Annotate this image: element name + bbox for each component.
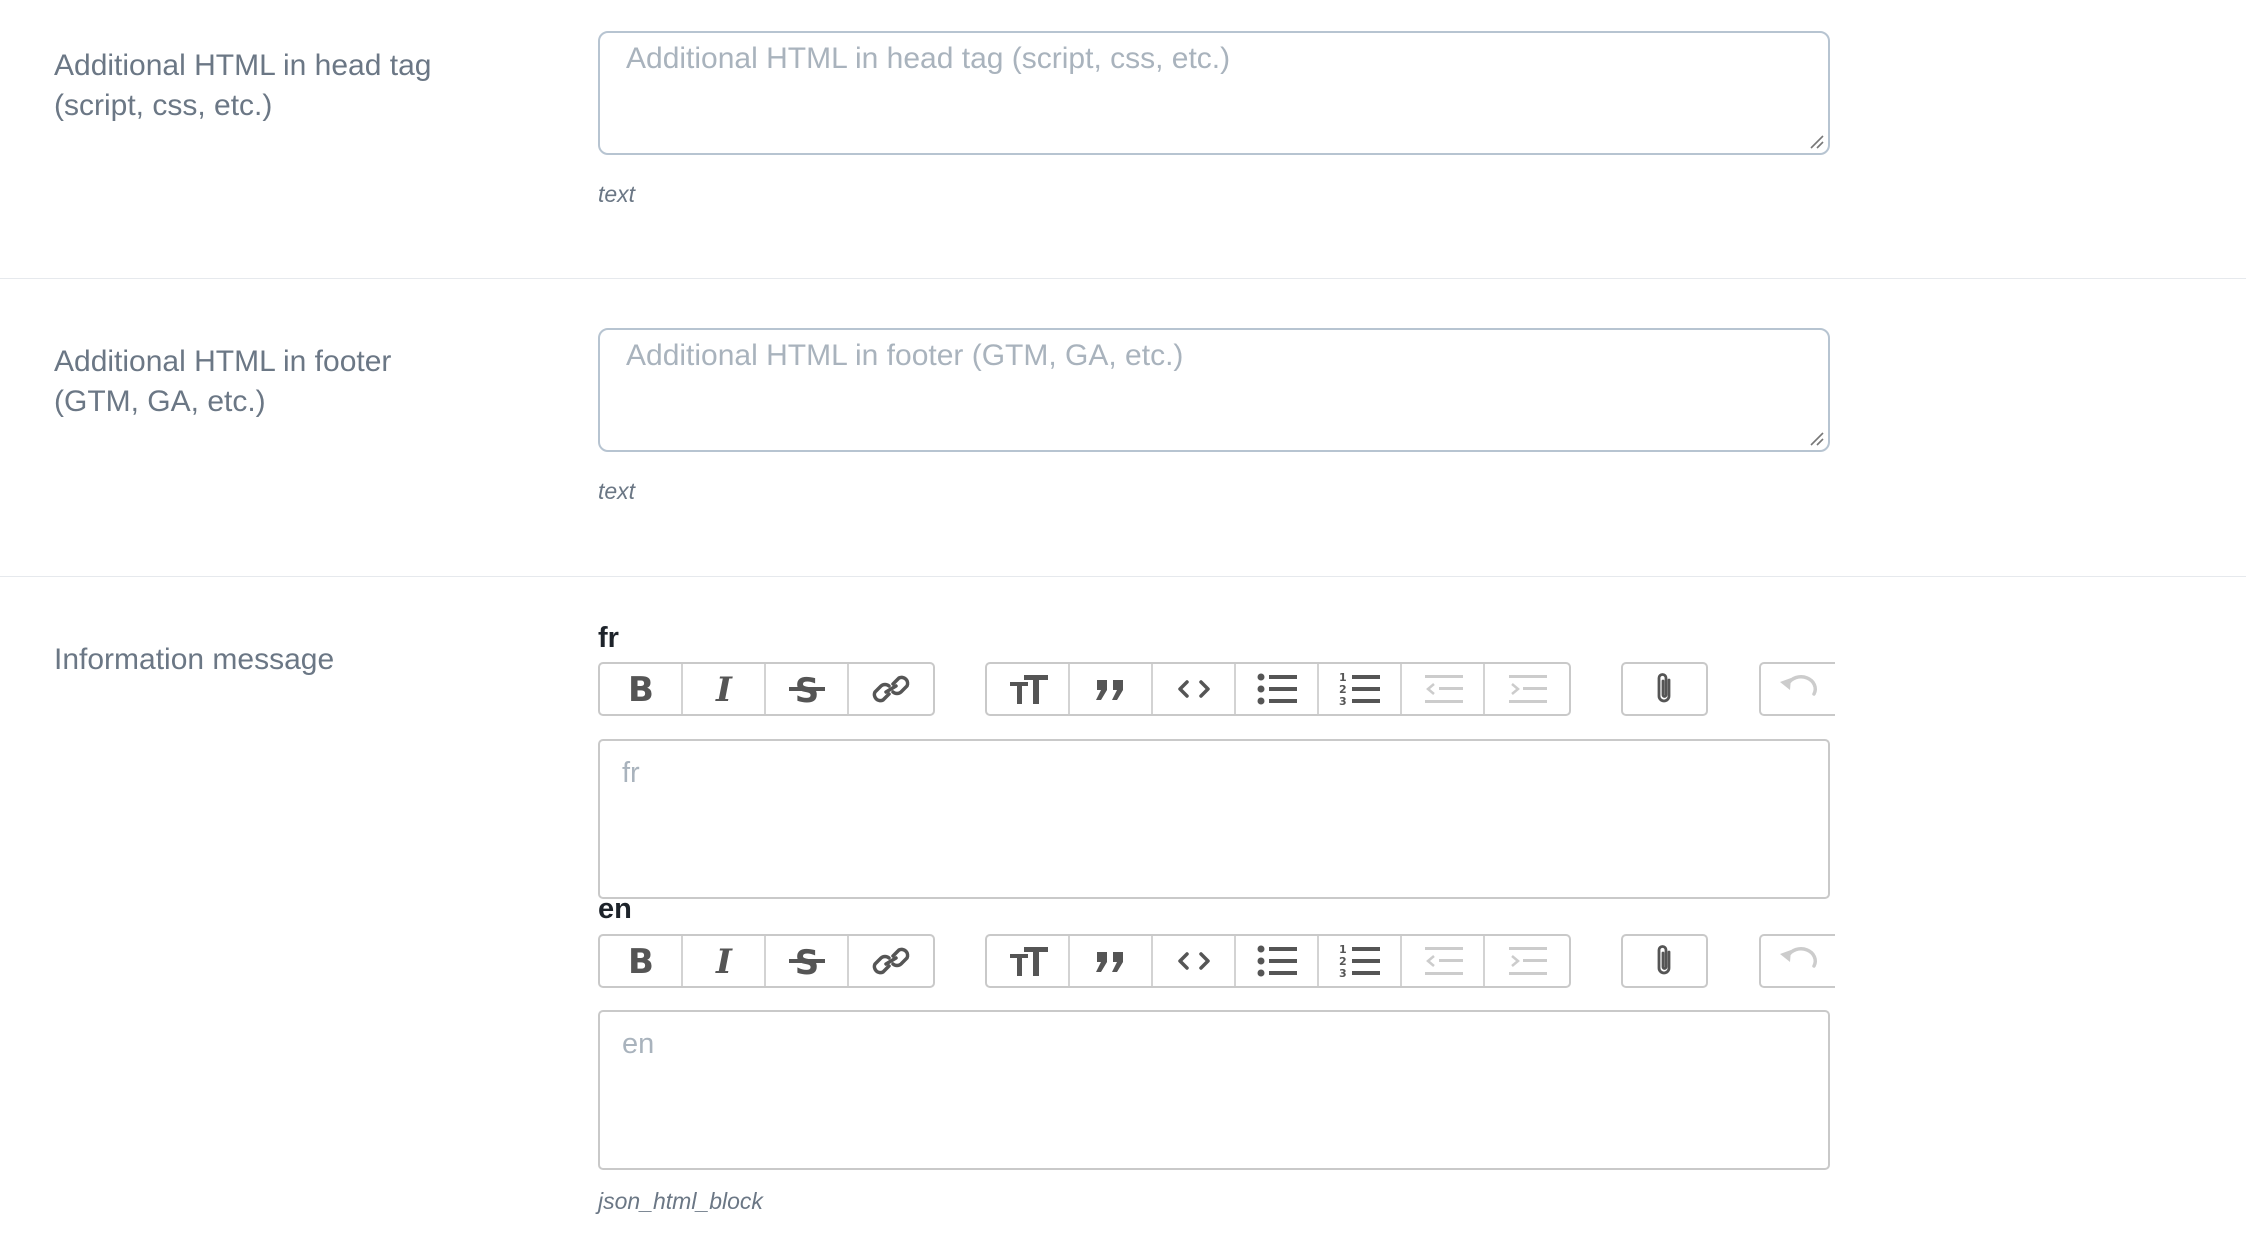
- footer-html-row: Additional HTML in footer (GTM, GA, etc.…: [0, 279, 2246, 577]
- toolbar-history-group-fr: [1759, 662, 1835, 716]
- editor-placeholder-fr: fr: [622, 757, 640, 789]
- svg-text:I: I: [715, 944, 733, 978]
- footer-html-label: Additional HTML in footer (GTM, GA, etc.…: [54, 342, 514, 422]
- numbered-list-icon: 123: [1338, 944, 1382, 978]
- italic-button[interactable]: I: [683, 664, 766, 714]
- heading-button[interactable]: [987, 936, 1070, 986]
- undo-button: [1761, 936, 1835, 986]
- head-html-textarea[interactable]: Additional HTML in head tag (script, css…: [598, 31, 1830, 155]
- bullet-list-icon: [1255, 672, 1299, 706]
- info-message-type-hint: json_html_block: [598, 1188, 763, 1214]
- indent-button: [1485, 936, 1568, 986]
- svg-text:3: 3: [1339, 695, 1347, 706]
- indent-icon: [1505, 672, 1549, 706]
- resize-grip-icon[interactable]: [1808, 430, 1824, 446]
- head-html-type-hint: text: [598, 181, 636, 207]
- svg-text:B: B: [628, 672, 654, 706]
- head-html-label: Additional HTML in head tag (script, css…: [54, 46, 514, 126]
- outdent-icon: [1421, 944, 1465, 978]
- quote-icon: [1089, 944, 1133, 978]
- bold-icon: B: [619, 944, 663, 978]
- toolbar-file-group-en: [1621, 934, 1708, 988]
- attach-icon: [1643, 672, 1687, 706]
- toolbar-file-group-fr: [1621, 662, 1708, 716]
- code-button[interactable]: [1153, 936, 1236, 986]
- editor-placeholder-en: en: [622, 1028, 655, 1060]
- quote-button[interactable]: [1070, 664, 1153, 714]
- outdent-icon: [1421, 672, 1465, 706]
- footer-html-textarea[interactable]: Additional HTML in footer (GTM, GA, etc.…: [598, 328, 1830, 452]
- numbered-list-button[interactable]: 123: [1319, 664, 1402, 714]
- outdent-button: [1402, 664, 1485, 714]
- code-icon: [1172, 944, 1216, 978]
- quote-icon: [1089, 672, 1133, 706]
- head-html-placeholder: Additional HTML in head tag (script, css…: [626, 42, 1231, 75]
- heading-icon: [1006, 944, 1050, 978]
- editor-lang-label-fr: fr: [598, 622, 619, 654]
- indent-button: [1485, 664, 1568, 714]
- bullet-list-icon: [1255, 944, 1299, 978]
- outdent-button: [1402, 936, 1485, 986]
- svg-text:3: 3: [1339, 967, 1347, 978]
- toolbar-text-group-fr: BIS: [598, 662, 935, 716]
- undo-button: [1761, 664, 1835, 714]
- strikethrough-icon: S: [785, 672, 829, 706]
- attach-button[interactable]: [1623, 936, 1706, 986]
- head-html-label-line2: (script, css, etc.): [54, 89, 273, 122]
- svg-text:B: B: [628, 944, 654, 978]
- attach-button[interactable]: [1623, 664, 1706, 714]
- toolbar-history-group-en: [1759, 934, 1835, 988]
- info-message-label: Information message: [54, 643, 335, 676]
- heading-button[interactable]: [987, 664, 1070, 714]
- bullet-list-button[interactable]: [1236, 936, 1319, 986]
- italic-icon: I: [702, 672, 746, 706]
- attach-icon: [1643, 944, 1687, 978]
- numbered-list-button[interactable]: 123: [1319, 936, 1402, 986]
- heading-icon: [1006, 672, 1050, 706]
- strikethrough-icon: S: [785, 944, 829, 978]
- rich-text-editor-fr[interactable]: fr: [598, 739, 1830, 899]
- head-html-label-line1: Additional HTML in head tag: [54, 49, 432, 82]
- code-icon: [1172, 672, 1216, 706]
- bullet-list-button[interactable]: [1236, 664, 1319, 714]
- link-icon: [869, 944, 913, 978]
- indent-icon: [1505, 944, 1549, 978]
- resize-grip-icon[interactable]: [1808, 133, 1824, 149]
- footer-html-placeholder: Additional HTML in footer (GTM, GA, etc.…: [626, 339, 1184, 372]
- numbered-list-icon: 123: [1338, 672, 1382, 706]
- strikethrough-button[interactable]: S: [766, 936, 849, 986]
- link-icon: [869, 672, 913, 706]
- undo-icon: [1776, 672, 1820, 706]
- link-button[interactable]: [849, 664, 932, 714]
- footer-html-type-hint: text: [598, 478, 636, 504]
- rich-text-editor-en[interactable]: en: [598, 1010, 1830, 1170]
- italic-button[interactable]: I: [683, 936, 766, 986]
- bold-button[interactable]: B: [600, 936, 683, 986]
- bold-icon: B: [619, 672, 663, 706]
- undo-icon: [1776, 944, 1820, 978]
- italic-icon: I: [702, 944, 746, 978]
- toolbar-text-group-en: BIS: [598, 934, 935, 988]
- editor-lang-label-en: en: [598, 893, 632, 925]
- head-html-row: Additional HTML in head tag (script, css…: [0, 0, 2246, 279]
- footer-html-label-line2: (GTM, GA, etc.): [54, 385, 266, 418]
- toolbar-block-group-fr: 123: [985, 662, 1571, 716]
- link-button[interactable]: [849, 936, 932, 986]
- code-button[interactable]: [1153, 664, 1236, 714]
- quote-button[interactable]: [1070, 936, 1153, 986]
- svg-text:I: I: [715, 672, 733, 706]
- bold-button[interactable]: B: [600, 664, 683, 714]
- toolbar-block-group-en: 123: [985, 934, 1571, 988]
- strikethrough-button[interactable]: S: [766, 664, 849, 714]
- footer-html-label-line1: Additional HTML in footer: [54, 345, 392, 378]
